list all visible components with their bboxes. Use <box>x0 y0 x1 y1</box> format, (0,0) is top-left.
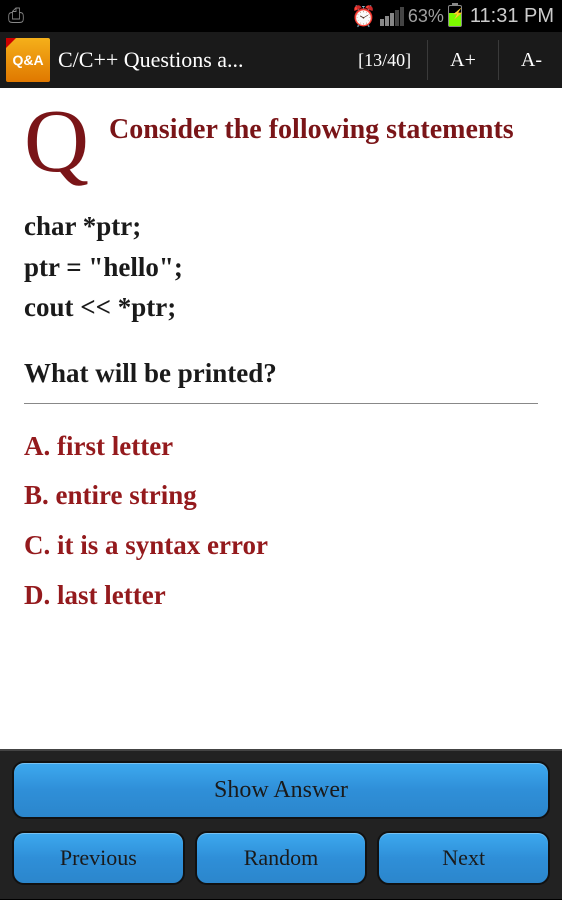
code-block: char *ptr; ptr = "hello"; cout << *ptr; <box>24 206 538 328</box>
code-line: ptr = "hello"; <box>24 247 538 288</box>
font-decrease-button[interactable]: A- <box>507 49 556 72</box>
battery-icon: ⚡ <box>448 5 462 27</box>
battery-pct: 63% <box>408 6 444 27</box>
option-c[interactable]: C. it is a syntax error <box>24 521 538 571</box>
answer-options: A. first letter B. entire string C. it i… <box>24 422 538 622</box>
divider <box>427 40 428 80</box>
bottom-panel: Show Answer Previous Random Next <box>0 749 562 900</box>
question-counter: [13/40] <box>350 50 419 71</box>
code-line: cout << *ptr; <box>24 287 538 328</box>
code-line: char *ptr; <box>24 206 538 247</box>
option-d[interactable]: D. last letter <box>24 571 538 621</box>
alarm-icon: ⏰ <box>351 4 376 29</box>
question-prompt: Consider the following statements <box>109 106 514 178</box>
show-answer-button[interactable]: Show Answer <box>12 761 550 819</box>
content-area: Q Consider the following statements char… <box>0 88 562 752</box>
app-icon-label: Q&A <box>12 52 43 68</box>
separator <box>24 403 538 404</box>
font-increase-button[interactable]: A+ <box>436 49 490 72</box>
clock: 11:31 PM <box>470 5 554 28</box>
app-icon[interactable]: Q&A <box>6 38 50 82</box>
option-a[interactable]: A. first letter <box>24 422 538 472</box>
status-bar: ⎙ ⏰ 63% ⚡ 11:31 PM <box>0 0 562 32</box>
divider <box>498 40 499 80</box>
question-ask: What will be printed? <box>24 358 538 389</box>
signal-icon <box>380 7 404 26</box>
usb-icon: ⎙ <box>8 5 24 28</box>
question-marker: Q <box>24 106 89 178</box>
option-b[interactable]: B. entire string <box>24 471 538 521</box>
app-title: C/C++ Questions a... <box>58 47 342 73</box>
random-button[interactable]: Random <box>195 831 368 885</box>
app-bar: Q&A C/C++ Questions a... [13/40] A+ A- <box>0 32 562 88</box>
previous-button[interactable]: Previous <box>12 831 185 885</box>
next-button[interactable]: Next <box>377 831 550 885</box>
